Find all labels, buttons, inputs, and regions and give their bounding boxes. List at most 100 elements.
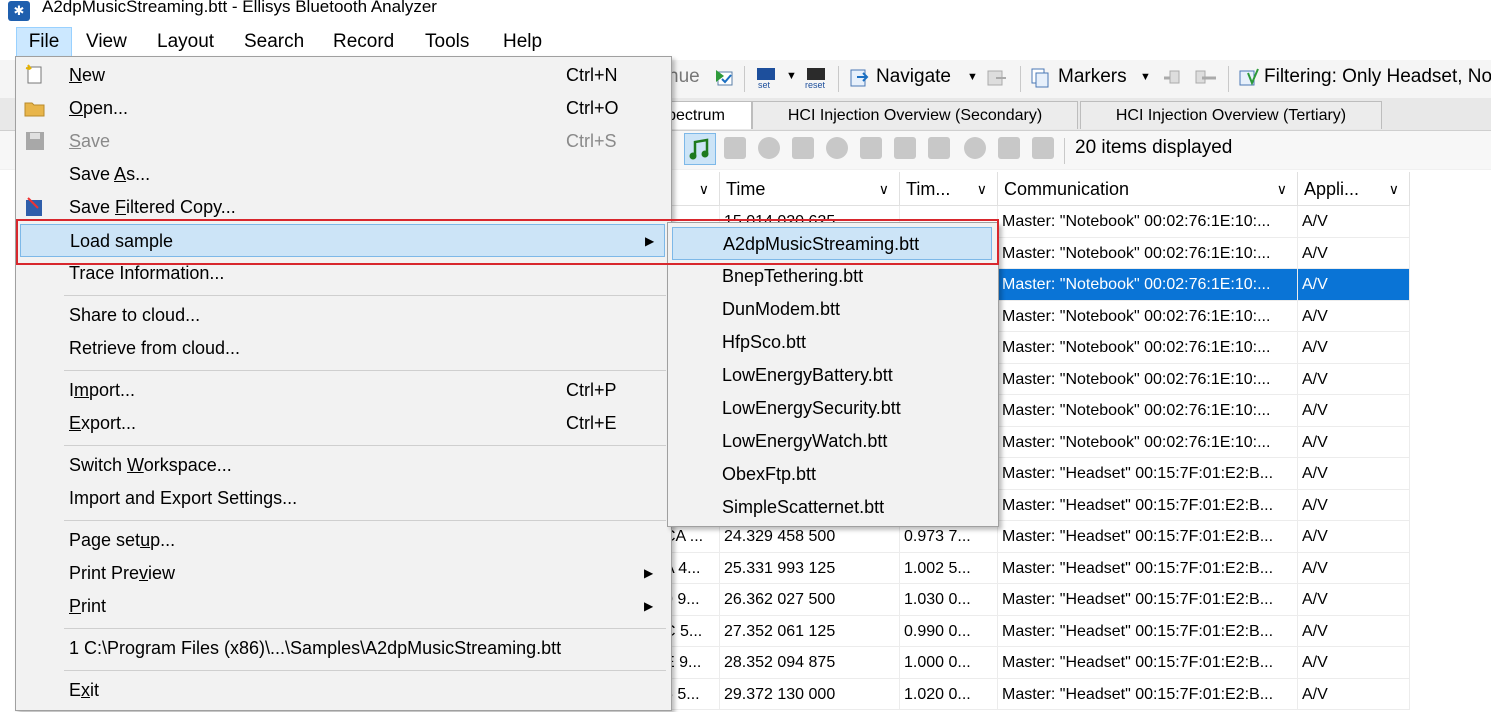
document-filter-icon[interactable] [860,137,882,159]
table-cell-delta: 0.990 0... [900,615,998,647]
menu-tools[interactable]: Tools [425,30,469,54]
markers-icon[interactable] [1030,67,1052,89]
continue-label[interactable]: nue [668,66,700,88]
chevron-down-icon[interactable]: ∨ [699,172,709,205]
menu-item-switch-workspace[interactable]: Switch Workspace... [16,449,669,481]
marker-prev-icon[interactable] [1160,67,1182,89]
navigate-icon[interactable] [848,67,870,89]
table-cell-delta: 1.002 5... [900,552,998,584]
table-cell-app: A/V [1298,395,1410,427]
items-displayed-count: 20 items displayed [1075,137,1233,158]
sample-simple-scatternet[interactable]: SimpleScatternet.btt [668,491,996,524]
navigate-dropdown-icon[interactable]: ▼ [967,71,978,83]
copy-filter-icon[interactable] [792,137,814,159]
table-cell-comm: Master: "Headset" 00:15:7F:01:E2:B... [998,584,1298,616]
menu-item-save[interactable]: Save Ctrl+S [16,125,669,157]
column-header-time[interactable]: Time ∨ [720,172,900,206]
menu-search[interactable]: Search [244,30,304,54]
table-row[interactable]: C 5... 27.352 061 125 0.990 0... Master: "H… [660,615,1410,647]
menu-item-save-as[interactable]: Save As... [16,158,669,190]
sample-hfp-sco[interactable]: HfpSco.btt [668,326,996,359]
table-cell-app: A/V [1298,206,1410,238]
column-header-application[interactable]: Appli... ∨ [1298,172,1410,206]
table-cell-time: 25.331 993 125 [720,552,900,584]
chevron-down-icon[interactable]: ∨ [1277,172,1287,205]
menu-item-retrieve-from-cloud[interactable]: Retrieve from cloud... [16,332,669,364]
markers-button[interactable]: Markers [1058,66,1127,88]
filter-icon[interactable] [1238,67,1260,89]
menu-view[interactable]: View [86,30,127,54]
table-cell-app: A/V [1298,647,1410,679]
menu-item-recent-file-1[interactable]: 1 C:\Program Files (x86)\...\Samples\A2d… [16,632,669,664]
submenu-arrow-icon: ▶ [644,566,654,580]
table-row[interactable]: 0 9... 26.362 027 500 1.030 0... Master: "H… [660,584,1410,616]
column-header-communication[interactable]: Communication ∨ [998,172,1298,206]
navigate-button[interactable]: Navigate [876,66,951,88]
table-cell-comm: Master: "Notebook" 00:02:76:1E:10:... [998,332,1298,364]
marker-next-icon[interactable] [1194,67,1216,89]
menu-item-import-export-settings[interactable]: Import and Export Settings... [16,482,669,514]
column-header-delta-time[interactable]: Tim... ∨ [900,172,998,206]
menu-item-import[interactable]: Import... Ctrl+P [16,374,669,406]
menu-item-page-setup[interactable]: Page setup... [16,524,669,556]
menu-item-new[interactable]: New Ctrl+N [16,59,669,91]
table-cell-delta: 1.030 0... [900,584,998,616]
set-marker-icon[interactable]: set [755,66,777,90]
sample-obex-ftp[interactable]: ObexFtp.btt [668,458,996,491]
table-cell-comm: Master: "Notebook" 00:02:76:1E:10:... [998,300,1298,332]
reset-marker-icon[interactable]: reset [803,66,826,90]
gear-filter-icon[interactable] [758,137,780,159]
table-cell-app: A/V [1298,269,1410,301]
table-cell-app: A/V [1298,458,1410,490]
svg-text:set: set [758,80,771,90]
menu-help[interactable]: Help [503,30,542,54]
sample-low-energy-watch[interactable]: LowEnergyWatch.btt [668,425,996,458]
markers-dropdown-icon[interactable]: ▼ [1140,71,1151,83]
music-filter-icon[interactable] [684,133,716,165]
check-run-icon[interactable] [714,66,736,88]
menu-item-open[interactable]: Open... Ctrl+O [16,92,669,124]
table-row[interactable]: 5 5... 29.372 130 000 1.020 0... Master: "H… [660,678,1410,710]
circle-filter-icon[interactable] [826,137,848,159]
navigate-next-icon[interactable] [986,67,1008,89]
table-cell-app: A/V [1298,678,1410,710]
set-dropdown-icon[interactable]: ▼ [786,70,797,82]
table-cell-delta: 1.020 0... [900,678,998,710]
svg-text:reset: reset [805,80,826,90]
menu-item-share-to-cloud[interactable]: Share to cloud... [16,299,669,331]
table-cell-app: A/V [1298,615,1410,647]
menu-item-exit[interactable]: Exit [16,674,669,706]
menu-layout[interactable]: Layout [157,30,214,54]
filtering-status[interactable]: Filtering: Only Headset, No [1264,66,1491,88]
table-cell-app: A/V [1298,552,1410,584]
table-row[interactable]: A 4... 25.331 993 125 1.002 5... Master: "H… [660,552,1410,584]
menu-item-print-preview[interactable]: Print Preview ▶ [16,557,669,589]
window-title: A2dpMusicStreaming.btt - Ellisys Bluetoo… [42,0,437,16]
menu-file[interactable]: File [16,27,72,57]
sample-low-energy-battery[interactable]: LowEnergyBattery.btt [668,359,996,392]
table-cell-comm: Master: "Notebook" 00:02:76:1E:10:... [998,426,1298,458]
load-sample-submenu: A2dpMusicStreaming.btt BnepTethering.btt… [667,222,999,527]
device-filter-icon[interactable] [724,137,746,159]
file-menu: New Ctrl+N Open... Ctrl+O Save Ctrl+S Save … [15,56,672,711]
chevron-down-icon[interactable]: ∨ [977,172,987,205]
table-cell-app: A/V [1298,521,1410,553]
phone-filter-icon[interactable] [1032,137,1054,159]
table-cell-time: 29.372 130 000 [720,678,900,710]
tab-hci-injection-secondary[interactable]: HCI Injection Overview (Secondary) [752,101,1078,129]
keyboard-filter-icon[interactable] [928,137,950,159]
network-filter-icon[interactable] [998,137,1020,159]
sample-dun-modem[interactable]: DunModem.btt [668,293,996,326]
menu-item-print[interactable]: Print ▶ [16,590,669,622]
table-cell-time: 27.352 061 125 [720,615,900,647]
table-cell-app: A/V [1298,332,1410,364]
book-filter-icon[interactable] [894,137,916,159]
table-row[interactable]: E 9... 28.352 094 875 1.000 0... Master: "H… [660,647,1410,679]
sample-low-energy-security[interactable]: LowEnergySecurity.btt [668,392,996,425]
menu-record[interactable]: Record [333,30,394,54]
chevron-down-icon[interactable]: ∨ [1389,172,1399,205]
chevron-down-icon[interactable]: ∨ [879,172,889,205]
globe-filter-icon[interactable] [964,137,986,159]
tab-hci-injection-tertiary[interactable]: HCI Injection Overview (Tertiary) [1080,101,1382,129]
menu-item-export[interactable]: Export... Ctrl+E [16,407,669,439]
